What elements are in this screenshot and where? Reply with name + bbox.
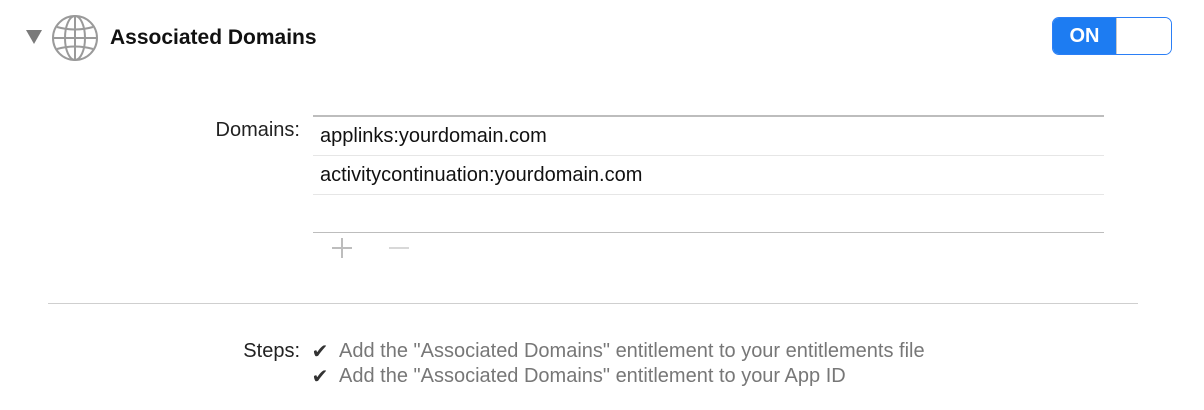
checkmark-icon: ✔ [311, 341, 329, 363]
step-item: ✔ Add the "Associated Domains" entitleme… [310, 339, 925, 364]
toggle-knob [1116, 18, 1171, 54]
domain-entry[interactable]: activitycontinuation:yourdomain.com [313, 156, 1104, 195]
steps-label: Steps: [243, 340, 300, 362]
checkmark-icon: ✔ [311, 366, 329, 388]
section-title: Associated Domains [110, 26, 317, 49]
globe-icon [52, 15, 98, 61]
domain-entry[interactable]: applinks:yourdomain.com [313, 117, 1104, 156]
remove-domain-button[interactable] [370, 233, 427, 263]
step-text: Add the "Associated Domains" entitlement… [339, 365, 846, 387]
domains-label: Domains: [215, 119, 300, 141]
add-domain-button[interactable] [313, 233, 370, 263]
disclosure-triangle-icon[interactable] [26, 30, 42, 44]
domains-list: applinks:yourdomain.com activitycontinua… [313, 115, 1104, 233]
capability-section: Associated Domains ON Domains: applinks:… [0, 0, 1204, 410]
section-divider [48, 303, 1138, 304]
capability-toggle[interactable]: ON [1052, 17, 1172, 55]
step-item: ✔ Add the "Associated Domains" entitleme… [310, 364, 925, 389]
minus-icon [388, 247, 409, 249]
step-text: Add the "Associated Domains" entitlement… [339, 340, 925, 362]
steps-list: ✔ Add the "Associated Domains" entitleme… [310, 339, 925, 389]
domain-list-controls [313, 233, 427, 263]
toggle-on-label: ON [1053, 18, 1116, 54]
plus-icon [331, 238, 352, 258]
